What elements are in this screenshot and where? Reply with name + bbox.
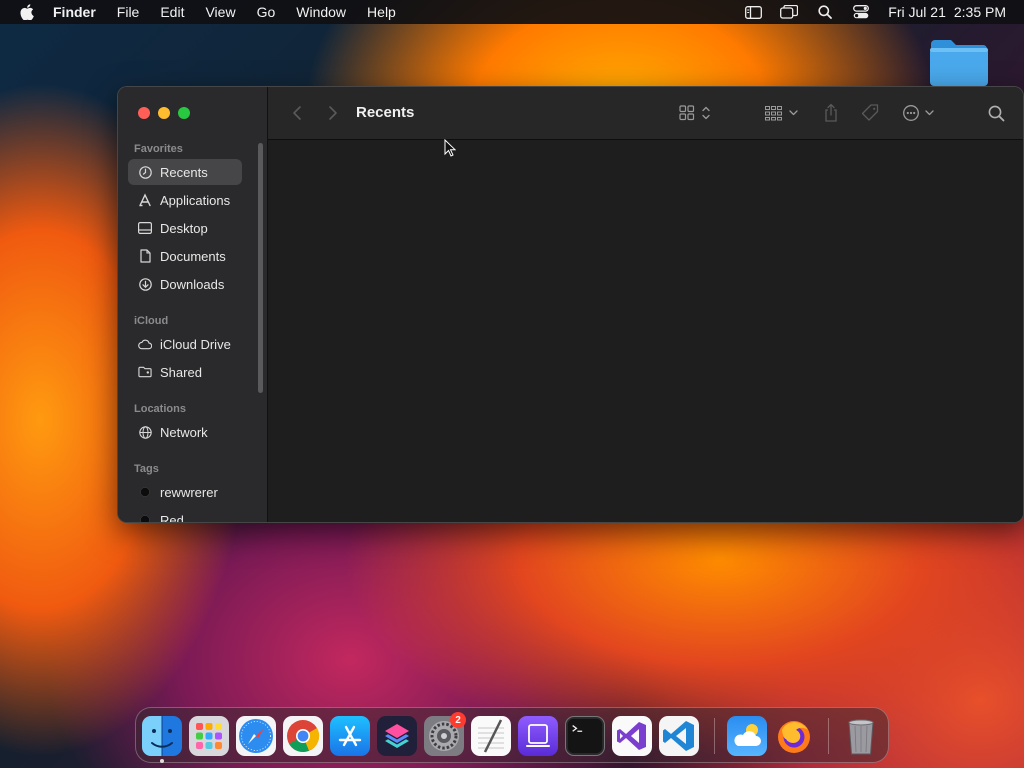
sidebar-item-label: Applications (160, 192, 231, 208)
more-actions-icon[interactable] (901, 102, 939, 124)
spotlight-search-icon[interactable] (816, 4, 834, 20)
sidebar-item-documents[interactable]: Documents (128, 243, 242, 269)
forward-icon[interactable] (324, 102, 342, 124)
dock-separator (828, 718, 829, 754)
dock-textedit-icon[interactable] (471, 716, 511, 756)
sidebar-section-icloud: iCloud (134, 315, 169, 327)
sidebar-item-desktop[interactable]: Desktop (128, 215, 242, 241)
globe-icon (138, 425, 152, 439)
menu-help[interactable]: Help (367, 4, 396, 20)
sidebar-section-favorites: Favorites (134, 143, 183, 155)
apple-menu-icon[interactable] (19, 4, 35, 20)
sidebar-scrollbar[interactable] (258, 143, 263, 393)
finder-window: Favorites Recents Applications Desktop D… (117, 86, 1024, 523)
mouse-pointer-icon (444, 138, 457, 157)
dock-shortcuts-icon[interactable] (377, 716, 417, 756)
menu-bar: Finder File Edit View Go Window Help Fri… (0, 0, 1024, 24)
sidebar-item-downloads[interactable]: Downloads (128, 271, 242, 297)
share-icon[interactable] (821, 102, 841, 124)
menu-file[interactable]: File (117, 4, 140, 20)
menu-edit[interactable]: Edit (160, 4, 184, 20)
dock-app-store-icon[interactable] (330, 716, 370, 756)
sidebar-item-label: Recents (160, 164, 208, 180)
screen-mirroring-icon[interactable] (780, 4, 799, 20)
sidebar-section-tags: Tags (134, 463, 159, 475)
sidebar-section-locations: Locations (134, 403, 186, 415)
sidebar-item-label: iCloud Drive (160, 336, 231, 352)
sidebar-item-tag-rewwrerer[interactable]: rewwrerer (128, 479, 242, 505)
dock-weather-icon[interactable] (727, 716, 767, 756)
clock-time: 2:35 PM (953, 4, 1006, 20)
dock: 2 (135, 707, 889, 763)
document-icon (138, 249, 152, 263)
tag-dot-icon (138, 485, 152, 499)
control-center-icon[interactable] (852, 4, 870, 20)
sidebar-item-recents[interactable]: Recents (128, 159, 242, 185)
desktop-folder-icon[interactable] (928, 38, 990, 88)
sidebar-item-label: Documents (160, 248, 226, 264)
view-grid-icon[interactable] (676, 102, 716, 124)
clock-icon (138, 165, 152, 179)
sidebar-item-label: rewwrerer (160, 484, 218, 500)
sidebar-icon[interactable] (744, 4, 762, 20)
shared-folder-icon (138, 365, 152, 379)
zoom-window-button[interactable] (178, 107, 190, 119)
clock-date: Fri Jul 21 (888, 4, 946, 20)
file-list-area[interactable] (268, 140, 1023, 522)
group-icon[interactable] (763, 102, 803, 124)
tag-dot-icon (138, 513, 152, 522)
back-icon[interactable] (288, 102, 306, 124)
dock-separator (714, 718, 715, 754)
sidebar-item-icloud-drive[interactable]: iCloud Drive (128, 331, 242, 357)
dock-trash-icon[interactable] (841, 716, 881, 756)
sidebar-item-shared[interactable]: Shared (128, 359, 242, 385)
sidebar-item-applications[interactable]: Applications (128, 187, 242, 213)
dock-simulator-icon[interactable] (518, 716, 558, 756)
sidebar-item-tag-red[interactable]: Red (128, 507, 242, 523)
dock-launchpad-icon[interactable] (189, 716, 229, 756)
menu-bar-status-area: Fri Jul 21 2:35 PM (744, 0, 1006, 24)
menu-view[interactable]: View (205, 4, 235, 20)
menu-app-name[interactable]: Finder (53, 4, 96, 20)
settings-badge: 2 (450, 712, 466, 728)
sidebar-item-label: Shared (160, 364, 202, 380)
dock-vscode-icon[interactable] (659, 716, 699, 756)
tag-icon[interactable] (859, 102, 881, 124)
sidebar-item-label: Network (160, 424, 208, 440)
menu-window[interactable]: Window (296, 4, 346, 20)
minimize-window-button[interactable] (158, 107, 170, 119)
cloud-icon (138, 337, 152, 351)
dock-safari-icon[interactable] (236, 716, 276, 756)
running-indicator (160, 759, 164, 763)
desktop-icon (138, 221, 152, 235)
dock-visual-studio-icon[interactable] (612, 716, 652, 756)
sidebar-item-label: Red (160, 512, 184, 523)
traffic-lights (138, 107, 190, 119)
window-title: Recents (356, 104, 415, 121)
download-icon (138, 277, 152, 291)
sidebar-item-label: Downloads (160, 276, 225, 292)
close-window-button[interactable] (138, 107, 150, 119)
sidebar-item-network[interactable]: Network (128, 419, 242, 445)
search-icon[interactable] (985, 102, 1007, 124)
dock-terminal-icon[interactable] (565, 716, 605, 756)
menu-bar-clock[interactable]: Fri Jul 21 2:35 PM (888, 4, 1006, 20)
dock-finder-icon[interactable] (142, 716, 182, 756)
dock-firefox-icon[interactable] (774, 716, 814, 756)
applications-icon (138, 193, 152, 207)
sidebar-item-label: Desktop (160, 220, 208, 236)
menu-go[interactable]: Go (257, 4, 276, 20)
finder-toolbar: Recents (268, 87, 1023, 140)
finder-sidebar: Favorites Recents Applications Desktop D… (118, 87, 268, 522)
dock-chrome-icon[interactable] (283, 716, 323, 756)
